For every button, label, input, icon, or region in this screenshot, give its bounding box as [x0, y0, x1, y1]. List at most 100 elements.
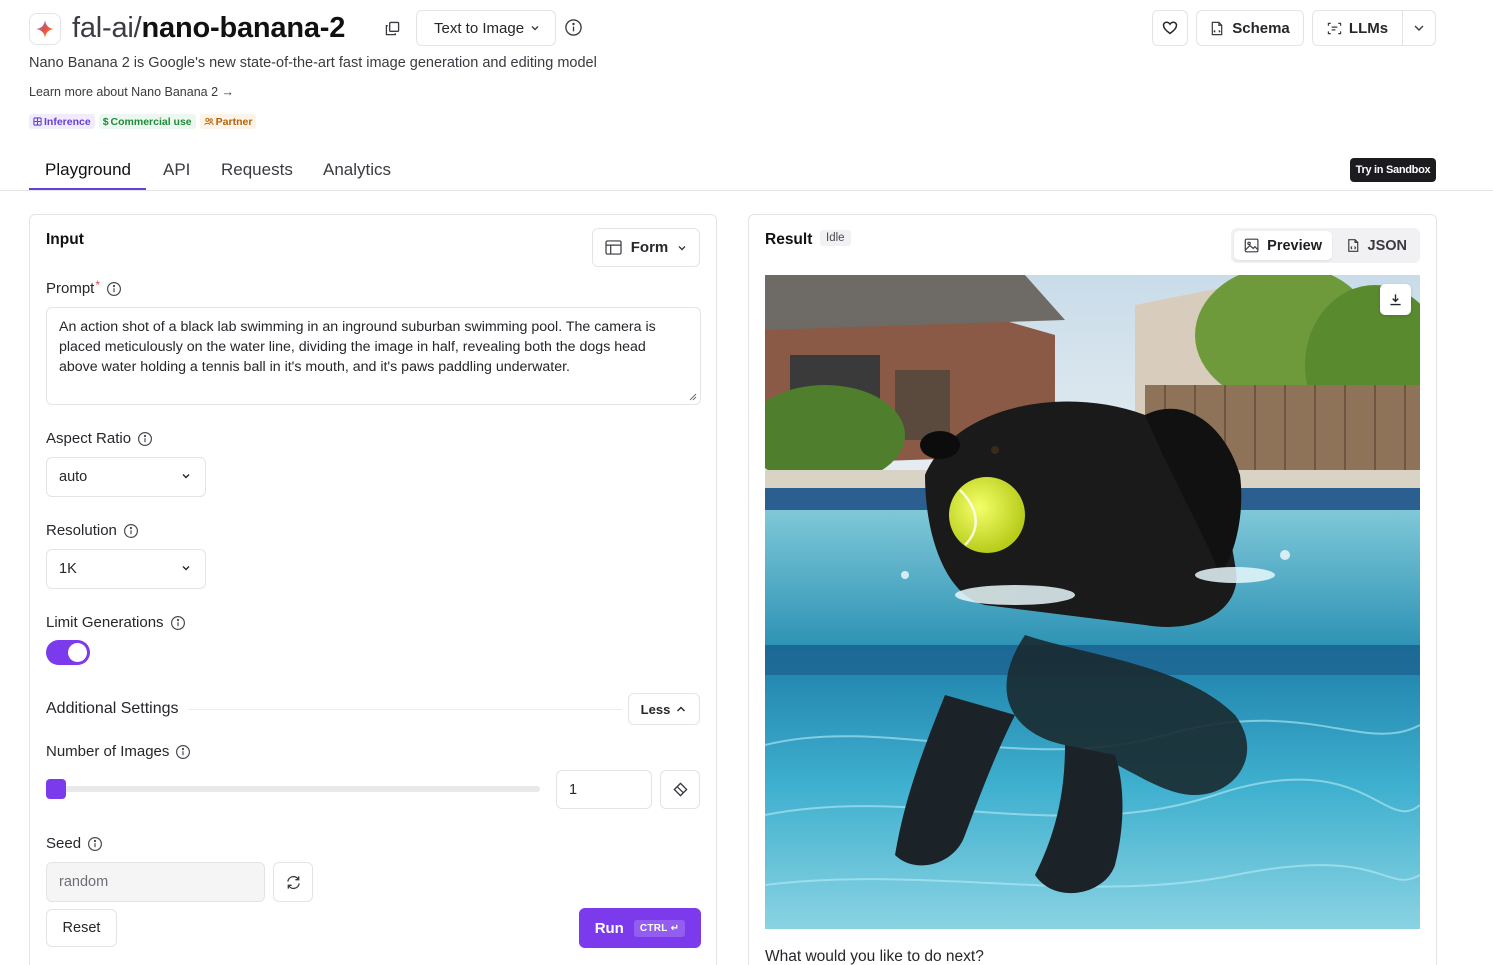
info-icon[interactable]: [87, 836, 103, 852]
less-button[interactable]: Less: [628, 693, 700, 725]
resolution-label: Resolution: [46, 522, 139, 539]
num-images-value: 1: [569, 781, 578, 798]
llms-dropdown-toggle[interactable]: [1403, 21, 1435, 35]
schema-label: Schema: [1232, 19, 1290, 37]
learn-more-link[interactable]: Learn more about Nano Banana 2 →: [29, 85, 234, 99]
divider: [188, 709, 622, 710]
prompt-label: Prompt *: [46, 277, 122, 297]
preview-label: Preview: [1267, 237, 1322, 254]
file-code-icon: [1348, 239, 1359, 252]
additional-settings-heading: Additional Settings: [46, 700, 179, 717]
badge-partner-label: Partner: [215, 115, 253, 128]
json-tab[interactable]: JSON: [1337, 231, 1417, 260]
document-icon: [1211, 21, 1223, 35]
active-tab-indicator: [29, 188, 146, 190]
clear-button[interactable]: [660, 770, 700, 809]
run-label: Run: [594, 919, 624, 937]
randomize-seed-button[interactable]: [273, 862, 313, 902]
num-images-input[interactable]: 1: [556, 770, 652, 809]
info-icon[interactable]: [175, 744, 191, 760]
info-icon[interactable]: [106, 281, 122, 297]
badge-commercial-label: Commercial use: [110, 115, 192, 128]
json-label: JSON: [1367, 237, 1408, 254]
toggle-knob: [68, 643, 87, 662]
info-icon[interactable]: [564, 18, 583, 42]
aspect-ratio-label: Aspect Ratio: [46, 430, 153, 447]
num-images-label-text: Number of Images: [46, 743, 170, 760]
model-org: fal-ai/: [72, 12, 142, 44]
page-title: fal-ai/nano-banana-2: [72, 10, 345, 46]
info-icon[interactable]: [170, 615, 186, 631]
next-action-prompt: What would you like to do next?: [765, 948, 984, 965]
seed-placeholder: random: [59, 874, 109, 890]
info-icon[interactable]: [123, 523, 139, 539]
seed-label-text: Seed: [46, 835, 82, 852]
aspect-ratio-value: auto: [59, 469, 88, 485]
num-images-slider-thumb[interactable]: [46, 779, 66, 799]
try-in-sandbox-button[interactable]: Try in Sandbox: [1350, 158, 1436, 182]
run-button[interactable]: Run CTRL ↵: [579, 908, 701, 948]
tab-playground[interactable]: Playground: [45, 160, 131, 180]
preview-tab[interactable]: Preview: [1234, 231, 1332, 260]
chevron-down-icon: [182, 474, 190, 479]
chevron-down-icon: [678, 245, 686, 250]
limit-generations-toggle[interactable]: [46, 640, 90, 665]
input-title: Input: [46, 231, 84, 248]
mode-select[interactable]: Text to Image: [416, 10, 556, 46]
download-icon: [1390, 294, 1401, 306]
scan-text-icon: [1327, 22, 1342, 34]
view-mode-select[interactable]: Form: [592, 228, 700, 267]
view-mode-value: Form: [630, 239, 669, 256]
chevron-down-icon: [182, 566, 190, 571]
tab-analytics[interactable]: Analytics: [323, 160, 391, 180]
limit-generations-label: Limit Generations: [46, 614, 186, 631]
tab-bar: Playground API Requests Analytics Try in…: [0, 150, 1493, 191]
tab-requests[interactable]: Requests: [221, 160, 293, 180]
llms-button-group: LLMs: [1312, 10, 1436, 46]
fal-logo-icon: [29, 13, 61, 45]
chevron-up-icon: [677, 706, 686, 712]
image-icon: [1244, 238, 1259, 253]
eraser-icon: [672, 782, 688, 797]
copy-icon[interactable]: [382, 18, 402, 38]
chevron-down-icon: [531, 26, 539, 31]
chevron-down-icon: [1414, 25, 1424, 31]
header: fal-ai/nano-banana-2 Text to Image Schem…: [29, 10, 1436, 50]
num-images-label: Number of Images: [46, 743, 191, 760]
reset-button[interactable]: Reset: [46, 909, 117, 947]
download-button[interactable]: [1380, 284, 1411, 315]
prompt-value: An action shot of a black lab swimming i…: [59, 319, 656, 375]
seed-input[interactable]: random: [46, 862, 265, 902]
grid-icon: [33, 117, 42, 126]
badge-commercial: $ Commercial use: [98, 114, 196, 129]
badge-inference-label: Inference: [44, 115, 91, 128]
mode-select-value: Text to Image: [434, 19, 525, 37]
resolution-label-text: Resolution: [46, 522, 117, 539]
schema-button[interactable]: Schema: [1196, 10, 1304, 46]
info-icon[interactable]: [137, 431, 153, 447]
num-images-slider-track[interactable]: [46, 786, 540, 792]
aspect-ratio-select[interactable]: auto: [46, 457, 206, 497]
aspect-ratio-label-text: Aspect Ratio: [46, 430, 132, 447]
resolution-value: 1K: [59, 561, 77, 577]
status-badge: Idle: [820, 230, 851, 246]
llms-label: LLMs: [1348, 19, 1389, 37]
llms-button[interactable]: LLMs: [1313, 11, 1403, 45]
model-description: Nano Banana 2 is Google's new state-of-t…: [29, 55, 597, 71]
resolution-select[interactable]: 1K: [46, 549, 206, 589]
less-label: Less: [640, 701, 671, 717]
favorite-button[interactable]: [1152, 10, 1188, 46]
seed-label: Seed: [46, 835, 103, 852]
resize-handle-icon[interactable]: [688, 392, 697, 401]
prompt-input[interactable]: An action shot of a black lab swimming i…: [46, 307, 701, 405]
result-panel: Result Idle Preview JSON What would you …: [748, 214, 1437, 965]
required-marker: *: [95, 277, 101, 292]
run-shortcut: CTRL ↵: [633, 919, 686, 937]
input-panel: Input Form Prompt * An action shot of a b…: [29, 214, 717, 965]
badge-inference: Inference: [29, 114, 95, 129]
generated-image[interactable]: [765, 275, 1420, 929]
tab-api[interactable]: API: [163, 160, 190, 180]
table-icon: [605, 240, 622, 255]
heart-icon: [1162, 21, 1178, 35]
badge-partner: Partner: [199, 114, 257, 129]
